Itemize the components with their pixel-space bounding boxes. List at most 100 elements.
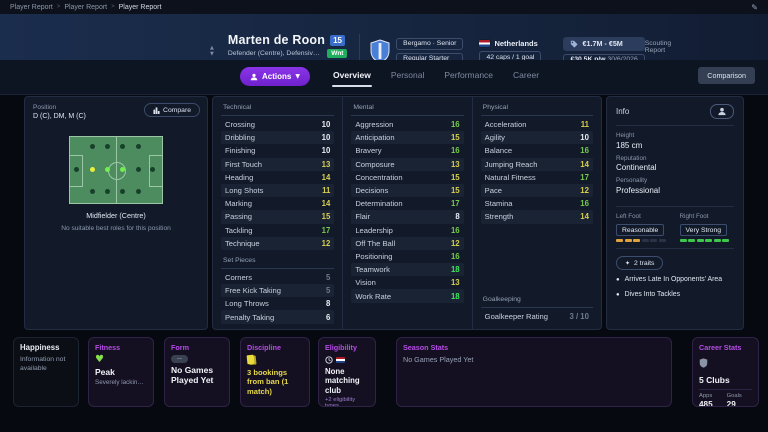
attribute-row: Positioning 16 [351, 250, 463, 263]
club-name-chip[interactable]: Bergamo · Senior [396, 37, 464, 50]
attribute-row: Balance 16 [481, 144, 593, 157]
right-foot-rating: Very Strong [679, 224, 728, 236]
tab-career[interactable]: Career [512, 66, 540, 87]
position-dot [120, 189, 125, 194]
player-switcher-chevrons[interactable]: ▲ ▼ [210, 45, 214, 57]
career-apps: Apps 485 [699, 393, 713, 407]
technical-column: Technical Crossing 10 Dribbling 10 Finishi… [213, 97, 342, 329]
attribute-label: Strength [484, 212, 514, 222]
attribute-row: Stamina 16 [481, 197, 593, 210]
attribute-row: Flair 8 [351, 210, 464, 224]
attribute-row: Tackling 17 [221, 224, 334, 237]
netherlands-flag-icon [479, 40, 491, 47]
form-title: Form [171, 343, 189, 352]
edit-pencil-icon[interactable]: ✎ [751, 3, 758, 12]
attribute-value: 14 [321, 172, 331, 182]
season-stats-title: Season Stats [403, 343, 449, 352]
attribute-label: Decisions [355, 186, 389, 196]
divider [616, 125, 734, 126]
attribute-row: Marking 14 [221, 197, 334, 210]
attribute-value: 17 [580, 172, 589, 182]
position-panel: Position D (C), DM, M (C) Compare Midfie… [24, 96, 208, 330]
attribute-value: 17 [450, 199, 460, 209]
position-dot [105, 144, 110, 149]
career-stats-card[interactable]: Career Stats 5 Clubs Apps 485 Goals 29 [692, 337, 759, 407]
chevron-down-icon[interactable]: ▼ [210, 51, 214, 57]
attribute-label: Passing [225, 212, 253, 222]
left-foot-label: Left Foot [616, 212, 641, 220]
scouting-report-label: Scouting Report [644, 40, 672, 54]
info-panel-title: Info [616, 107, 630, 116]
position-dot [136, 189, 141, 194]
eligibility-title: Eligibility [325, 343, 357, 352]
attribute-label: Crossing [225, 120, 255, 130]
attribute-row: Bravery 16 [351, 144, 463, 157]
attribute-row: Concentration 15 [351, 171, 463, 184]
attribute-row: Work Rate 18 [351, 289, 464, 303]
yellow-card-icon [246, 354, 255, 365]
compare-button[interactable]: Compare [144, 103, 200, 117]
attribute-row: Natural Fitness 17 [481, 171, 593, 184]
attributes-panel: Technical Crossing 10 Dribbling 10 Finishi… [212, 96, 602, 330]
attribute-row: Agility 10 [480, 131, 593, 145]
tab-overview[interactable]: Overview [332, 66, 372, 87]
tab-personal[interactable]: Personal [390, 66, 426, 87]
attribute-value: 12 [321, 238, 331, 248]
attribute-value: 6 [325, 312, 331, 322]
breadcrumb-item[interactable]: Player Report [10, 4, 53, 11]
attribute-value: 10 [321, 120, 331, 130]
season-stats-card[interactable]: Season Stats No Games Played Yet [396, 337, 672, 407]
attribute-row: Long Throws 8 [221, 297, 334, 310]
attribute-row: Crossing 10 [221, 118, 334, 131]
attribute-row: Penalty Taking 6 [221, 310, 335, 324]
summary-cards-row: Happiness Information not available Fitn… [13, 337, 759, 407]
attribute-value: 14 [580, 212, 589, 222]
attribute-row: Leadership 16 [351, 224, 463, 237]
breadcrumb-bar: Player Report > Player Report > Player R… [0, 0, 768, 14]
form-pill-icon: — [171, 355, 188, 363]
info-panel: Info Height 185 cm Reputation Continental … [606, 96, 744, 330]
attribute-value: 16 [580, 199, 589, 209]
comparison-button[interactable]: Comparison [698, 67, 755, 84]
attribute-value: 16 [450, 225, 460, 235]
attribute-row: Passing 15 [221, 210, 335, 224]
breadcrumb-item-current[interactable]: Player Report [119, 4, 162, 11]
attribute-label: Dribbling [225, 133, 255, 143]
trait-text: Dives Into Tackles [624, 290, 681, 298]
apps-value: 485 [699, 400, 713, 407]
attribute-value: 15 [450, 186, 460, 196]
player-positions: Defender (Centre), Defensive Midfielder,… [227, 50, 322, 57]
reputation-label: Reputation [616, 154, 647, 162]
form-status: No Games Played Yet [171, 365, 214, 385]
discipline-card[interactable]: Discipline 3 bookings from ban (1 match) [240, 337, 310, 407]
attribute-value: 10 [321, 133, 331, 143]
attribute-row: Acceleration 11 [481, 118, 593, 131]
attribute-value: 16 [580, 146, 589, 156]
position-dot [90, 189, 95, 194]
fitness-note: Severely lacking in … [95, 379, 147, 386]
chevron-up-icon[interactable]: ▲ [210, 45, 214, 51]
attribute-label: Corners [225, 272, 253, 282]
attribute-label: Concentration [355, 172, 403, 182]
attribute-value: 13 [450, 278, 460, 288]
footedness: Left Foot Reasonable Right Foot Very Str… [616, 212, 734, 242]
attribute-label: Technique [225, 238, 260, 248]
breadcrumb-item[interactable]: Player Report [64, 4, 107, 11]
sparkle-icon: ✦ [625, 259, 631, 267]
attribute-value: 11 [580, 120, 589, 130]
position-dot [136, 167, 141, 172]
eligibility-card[interactable]: Eligibility None matching club +2 eligib… [318, 337, 376, 407]
traits-button[interactable]: ✦ 2 traits [616, 256, 664, 270]
career-goals: Goals 29 [727, 393, 742, 406]
fitness-card[interactable]: Fitness ♥ Peak Severely lacking in … [88, 337, 154, 407]
actions-button[interactable]: Actions ▼ [240, 67, 310, 86]
form-card[interactable]: Form — No Games Played Yet [164, 337, 230, 407]
position-dot [120, 144, 125, 149]
bullet-icon: ● [616, 291, 620, 298]
position-dot [150, 167, 155, 172]
tab-performance[interactable]: Performance [443, 66, 494, 87]
position-dot-mc-natural [120, 167, 125, 172]
physical-header: Physical [480, 103, 593, 116]
physical-column: Physical Acceleration 11 Agility 10 Balanc… [471, 97, 601, 329]
scout-player-button[interactable] [710, 104, 734, 119]
